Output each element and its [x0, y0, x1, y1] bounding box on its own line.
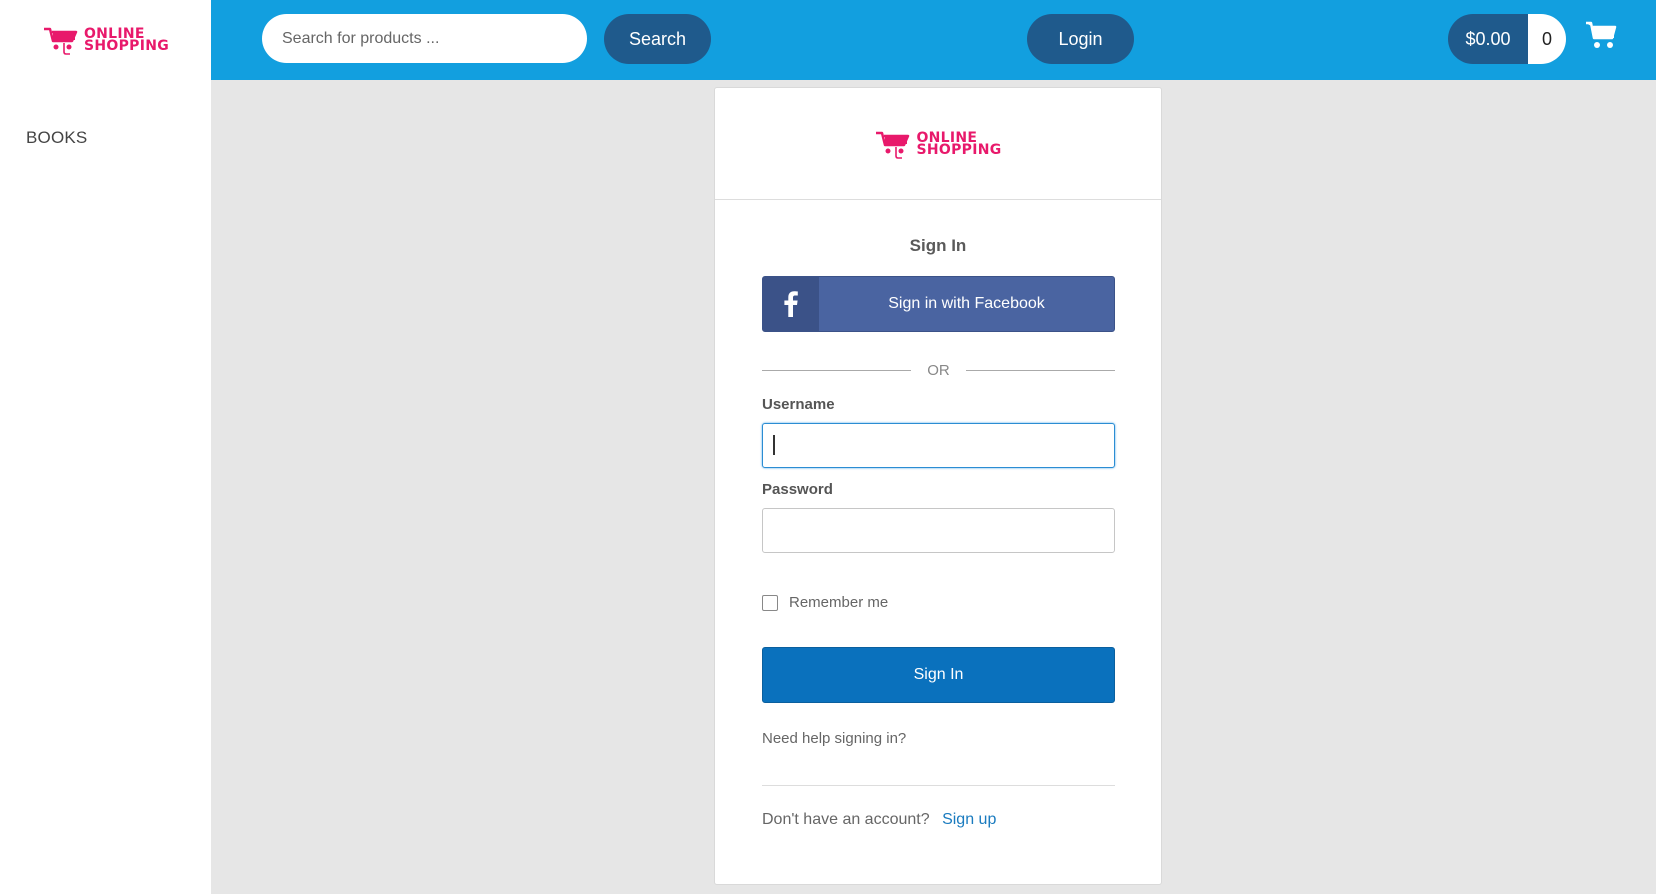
signup-link[interactable]: Sign up [942, 811, 996, 828]
search-button[interactable]: Search [604, 14, 711, 64]
help-signin-link[interactable]: Need help signing in? [762, 730, 906, 747]
cart-amount: $0.00 [1448, 14, 1528, 64]
logo: ONLINE SHOPPING [42, 25, 169, 55]
username-field[interactable] [762, 423, 1115, 468]
login-button[interactable]: Login [1027, 14, 1134, 64]
facebook-button-label: Sign in with Facebook [888, 295, 1045, 312]
or-divider: OR [762, 362, 1115, 379]
facebook-icon-box [763, 277, 819, 331]
cart-count: 0 [1528, 14, 1566, 64]
or-line-left [762, 370, 912, 371]
top-bar: Search Login $0.00 0 [211, 0, 1656, 80]
facebook-signin-button[interactable]: Sign in with Facebook [762, 276, 1115, 332]
password-field[interactable] [762, 508, 1115, 553]
shopping-cart-icon[interactable] [1585, 20, 1617, 50]
card-logo: ONLINE SHOPPING [874, 129, 1001, 159]
or-text: OR [927, 362, 950, 379]
or-line-right [965, 370, 1115, 371]
signin-title: Sign In [909, 236, 967, 255]
logo-text: ONLINE SHOPPING [83, 27, 170, 54]
facebook-icon [784, 291, 798, 317]
search-input[interactable] [262, 14, 587, 63]
signin-card: ONLINE SHOPPING Sign In Sign in with Fac… [714, 87, 1162, 885]
cart-logo-icon [43, 27, 78, 55]
card-header: ONLINE SHOPPING [715, 88, 1161, 200]
signup-row: Don't have an account? Sign up [762, 811, 996, 829]
card-logo-line2: SHOPPING [916, 141, 1002, 158]
sidebar-nav: BOOKS [26, 128, 87, 148]
cart-logo-icon [876, 131, 910, 159]
card-logo-text: ONLINE SHOPPING [916, 131, 1002, 158]
remember-me-checkbox[interactable] [762, 594, 778, 611]
cart-summary[interactable]: $0.00 0 [1448, 14, 1566, 64]
brand-logo[interactable]: ONLINE SHOPPING [0, 0, 211, 80]
remember-me[interactable]: Remember me [762, 594, 888, 611]
no-account-text: Don't have an account? [762, 811, 930, 828]
remember-me-label: Remember me [789, 594, 889, 611]
signin-button[interactable]: Sign In [762, 647, 1115, 703]
text-caret [773, 435, 775, 455]
logo-line2: SHOPPING [83, 38, 170, 54]
sidebar-item-books[interactable]: BOOKS [26, 128, 87, 147]
password-label: Password [762, 481, 833, 498]
card-divider [762, 785, 1115, 786]
sidebar: ONLINE SHOPPING BOOKS [0, 0, 211, 894]
username-label: Username [762, 396, 835, 413]
